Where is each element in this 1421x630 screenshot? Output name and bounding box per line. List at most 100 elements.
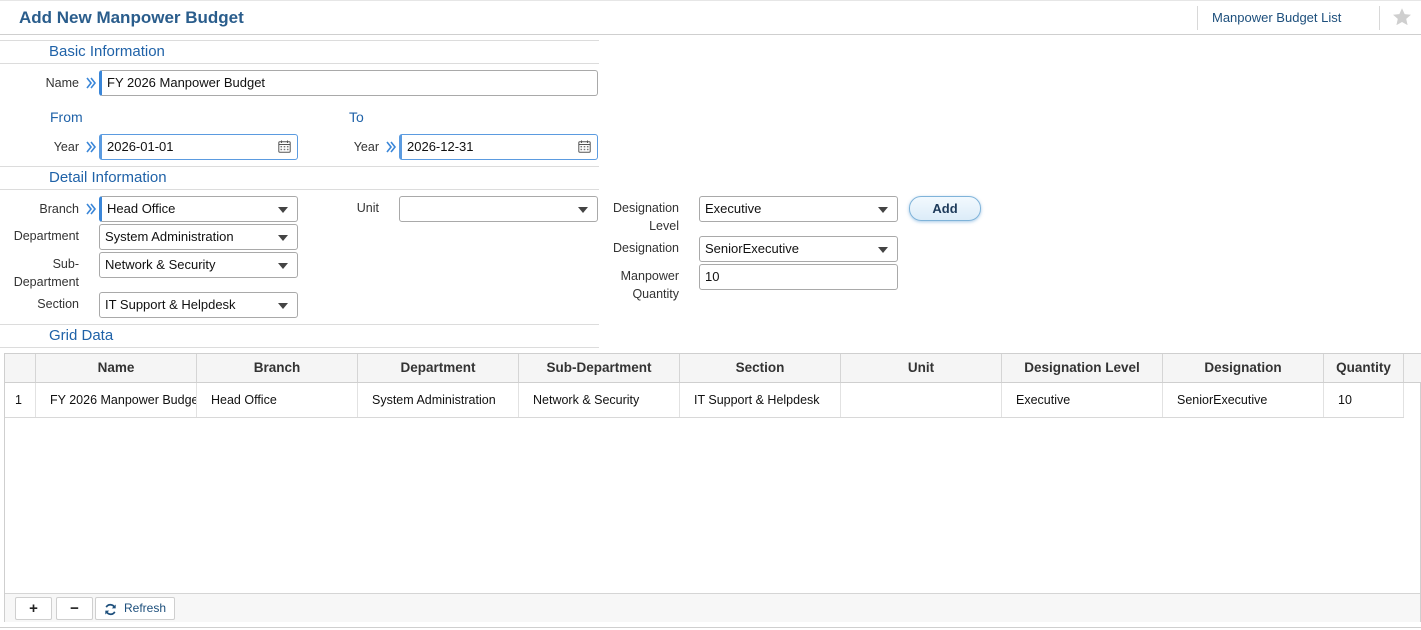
designation-label: Designation	[612, 241, 679, 255]
subdepartment-value: Network & Security	[105, 257, 216, 272]
cell-department[interactable]: System Administration	[358, 383, 519, 417]
from-year-value: 2026-01-01	[107, 139, 174, 154]
grid-data-title: Grid Data	[49, 327, 114, 344]
from-year-label: Year	[53, 140, 79, 154]
add-button[interactable]: Add	[909, 196, 981, 221]
unit-select[interactable]	[399, 196, 598, 222]
section-select[interactable]: IT Support & Helpdesk	[99, 292, 298, 318]
to-label: To	[349, 109, 364, 125]
star-icon[interactable]	[1391, 6, 1413, 28]
col-header-department[interactable]: Department	[358, 354, 519, 382]
basic-info-title: Basic Information	[49, 43, 165, 60]
double-chevron-right-icon	[86, 141, 97, 153]
header-divider	[1379, 6, 1380, 30]
cell-subdepartment[interactable]: Network & Security	[519, 383, 680, 417]
to-year-value: 2026-12-31	[407, 139, 474, 154]
name-value: FY 2026 Manpower Budget	[107, 75, 266, 90]
refresh-icon	[105, 603, 116, 616]
section-divider	[0, 189, 599, 190]
subdepartment-label-line2: Department	[13, 275, 79, 289]
double-chevron-right-icon	[86, 77, 97, 89]
manpower-budget-list-link[interactable]: Manpower Budget List	[1212, 10, 1341, 25]
chevron-down-icon	[278, 263, 288, 269]
designation-level-label-line1: Designation	[612, 201, 679, 215]
table-row[interactable]: 1 FY 2026 Manpower Budget Head Office Sy…	[5, 383, 1404, 418]
designation-level-label: Designation Level	[600, 199, 679, 235]
subdepartment-label: Sub- Department	[0, 255, 79, 291]
designation-level-value: Executive	[705, 201, 762, 216]
to-year-input[interactable]: 2026-12-31	[399, 134, 598, 160]
manpower-quantity-value: 10	[705, 269, 720, 284]
unit-label: Unit	[356, 201, 379, 215]
calendar-icon[interactable]	[578, 140, 591, 153]
col-header-section[interactable]: Section	[680, 354, 841, 382]
department-select[interactable]: System Administration	[99, 224, 298, 250]
data-grid: Name Branch Department Sub-Department Se…	[4, 353, 1421, 622]
manpower-quantity-label-line2: Quantity	[632, 287, 679, 301]
subdepartment-label-line1: Sub-	[52, 257, 79, 271]
section-divider	[0, 40, 599, 41]
designation-level-label-line2: Level	[649, 219, 679, 233]
header-divider	[1197, 6, 1198, 30]
section-divider	[0, 166, 599, 167]
designation-value: SeniorExecutive	[705, 241, 799, 256]
department-value: System Administration	[105, 229, 234, 244]
designation-level-select[interactable]: Executive	[699, 196, 898, 222]
chevron-down-icon	[878, 207, 888, 213]
app-root: Add New Manpower Budget Manpower Budget …	[0, 0, 1421, 630]
top-bar: Add New Manpower Budget Manpower Budget …	[0, 0, 1421, 35]
col-header-subdepartment[interactable]: Sub-Department	[519, 354, 680, 382]
name-label: Name	[45, 76, 79, 90]
col-header-designation[interactable]: Designation	[1163, 354, 1324, 382]
cell-designation-level[interactable]: Executive	[1002, 383, 1163, 417]
subdepartment-select[interactable]: Network & Security	[99, 252, 298, 278]
cell-section[interactable]: IT Support & Helpdesk	[680, 383, 841, 417]
row-number: 1	[5, 383, 36, 417]
grid-footer: + − Refresh	[5, 593, 1420, 622]
cell-branch[interactable]: Head Office	[197, 383, 358, 417]
cell-designation[interactable]: SeniorExecutive	[1163, 383, 1324, 417]
page-title: Add New Manpower Budget	[19, 8, 244, 27]
name-input[interactable]: FY 2026 Manpower Budget	[99, 70, 598, 96]
detail-info-title: Detail Information	[49, 169, 167, 186]
from-year-input[interactable]: 2026-01-01	[99, 134, 298, 160]
manpower-quantity-label: Manpower Quantity	[600, 267, 679, 303]
chevron-down-icon	[278, 235, 288, 241]
chevron-down-icon	[278, 303, 288, 309]
to-year-label: Year	[353, 140, 379, 154]
branch-select[interactable]: Head Office	[99, 196, 298, 222]
chevron-down-icon	[878, 247, 888, 253]
section-value: IT Support & Helpdesk	[105, 297, 236, 312]
section-label: Section	[37, 297, 79, 311]
cell-quantity[interactable]: 10	[1324, 383, 1404, 417]
cell-name[interactable]: FY 2026 Manpower Budget	[36, 383, 197, 417]
chevron-down-icon	[278, 207, 288, 213]
department-label: Department	[13, 229, 79, 243]
row-number-header	[5, 354, 36, 382]
branch-label: Branch	[39, 202, 79, 216]
from-label: From	[50, 109, 83, 125]
refresh-button[interactable]: Refresh	[95, 597, 175, 620]
refresh-label: Refresh	[124, 601, 167, 615]
add-row-button[interactable]: +	[15, 597, 52, 620]
designation-select[interactable]: SeniorExecutive	[699, 236, 898, 262]
col-header-designation-level[interactable]: Designation Level	[1002, 354, 1163, 382]
manpower-quantity-label-line1: Manpower	[620, 269, 679, 283]
calendar-icon[interactable]	[278, 140, 291, 153]
grid-header: Name Branch Department Sub-Department Se…	[5, 354, 1421, 383]
branch-value: Head Office	[107, 201, 176, 216]
col-header-branch[interactable]: Branch	[197, 354, 358, 382]
section-divider	[0, 324, 599, 325]
double-chevron-right-icon	[86, 203, 97, 215]
remove-row-button[interactable]: −	[56, 597, 93, 620]
double-chevron-right-icon	[386, 141, 397, 153]
col-header-quantity[interactable]: Quantity	[1324, 354, 1404, 382]
col-header-unit[interactable]: Unit	[841, 354, 1002, 382]
section-divider	[0, 63, 599, 64]
chevron-down-icon	[578, 207, 588, 213]
col-header-name[interactable]: Name	[36, 354, 197, 382]
section-divider	[0, 347, 599, 348]
cell-unit[interactable]	[841, 383, 1002, 417]
manpower-quantity-input[interactable]: 10	[699, 264, 898, 290]
page-bottom-border	[0, 627, 1421, 628]
